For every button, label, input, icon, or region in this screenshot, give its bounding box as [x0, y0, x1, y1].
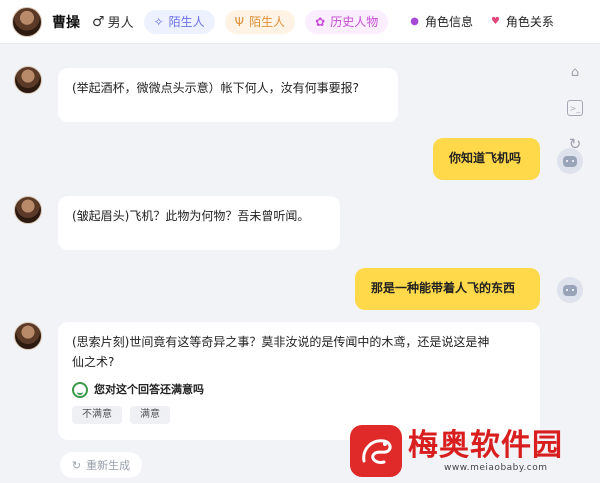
feedback-prompt: 您对这个回答还满意吗 — [72, 380, 526, 400]
message-text-line-1: (思索片刻)世间竟有这等奇异之事？莫非汝说的是传闻中的木鸢，还是说这是神 — [72, 335, 490, 349]
gender-info: ♂ 男人 — [92, 12, 134, 32]
dissatisfied-button[interactable]: 不满意 — [72, 406, 122, 424]
refresh-icon: ↻ — [71, 458, 82, 472]
tag-label: 历史人物 — [330, 15, 379, 29]
message-text: 你知道飞机吗 — [449, 151, 522, 165]
satisfied-button[interactable]: 满意 — [130, 406, 170, 424]
dragon-logo-icon — [350, 424, 402, 477]
refresh-icon[interactable]: ↻ — [567, 135, 583, 153]
character-avatar-msg — [14, 322, 42, 350]
feedback-question: 您对这个回答还满意吗 — [94, 383, 204, 396]
dot-icon: ● — [410, 16, 419, 27]
character-avatar-msg — [14, 196, 42, 224]
message-text: 那是一种能带着人飞的东西 — [371, 281, 516, 295]
message-text-line-2: 仙之术? — [72, 355, 115, 369]
regenerate-label: 重新生成 — [86, 459, 131, 472]
broom-icon[interactable]: ⌂ — [567, 64, 583, 80]
relation-tag-stranger[interactable]: ✧ 陌生人 — [143, 9, 215, 34]
link-label: 角色信息 — [424, 15, 473, 29]
smile-icon — [72, 382, 88, 398]
watermark-url: www.meiaobaby.com — [444, 462, 548, 473]
character-message: (举起酒杯，微微点头示意）帐下何人，汝有何事要报? — [58, 68, 398, 122]
terminal-icon[interactable]: >_ — [567, 100, 583, 116]
heart-icon: ♥ — [490, 16, 500, 27]
message-text: (举起酒杯，微微点头示意）帐下何人，汝有何事要报? — [72, 81, 360, 95]
message-text: (皱起眉头)飞机？此物为何物？吾未曾听闻。 — [72, 209, 310, 223]
sprout-icon: Ψ — [234, 14, 245, 29]
user-message: 你知道飞机吗 — [433, 138, 540, 180]
user-avatar — [557, 277, 583, 303]
category-tag-historical[interactable]: ✿ 历史人物 — [305, 9, 389, 34]
gear-flower-icon: ✿ — [315, 14, 326, 29]
gender-label: 男人 — [107, 16, 134, 31]
watermark-logo: 梅奥软件园 www.meiaobaby.com — [350, 418, 600, 483]
chat-header: 曹操 ♂ 男人 ✧ 陌生人 Ψ 陌生人 ✿ 历史人物 ● 角色信息 ♥ 角色关系 — [0, 0, 600, 44]
character-message: (皱起眉头)飞机？此物为何物？吾未曾听闻。 — [58, 196, 340, 250]
tag-label: 陌生人 — [168, 15, 205, 29]
character-info-link[interactable]: ● 角色信息 — [410, 13, 473, 30]
tag-label: 陌生人 — [249, 15, 286, 29]
regenerate-button[interactable]: ↻ 重新生成 — [60, 452, 142, 478]
character-name: 曹操 — [52, 14, 80, 31]
watermark-brand-name: 梅奥软件园 — [408, 427, 563, 463]
relation-tag-stranger-2[interactable]: Ψ 陌生人 — [224, 9, 296, 34]
character-avatar-msg — [14, 66, 42, 94]
user-message: 那是一种能带着人飞的东西 — [355, 268, 540, 310]
sparkle-icon: ✧ — [153, 14, 164, 29]
link-label: 角色关系 — [505, 15, 554, 29]
male-symbol-icon: ♂ — [92, 13, 105, 30]
character-avatar[interactable] — [12, 6, 42, 37]
character-relation-link[interactable]: ♥ 角色关系 — [491, 13, 554, 30]
